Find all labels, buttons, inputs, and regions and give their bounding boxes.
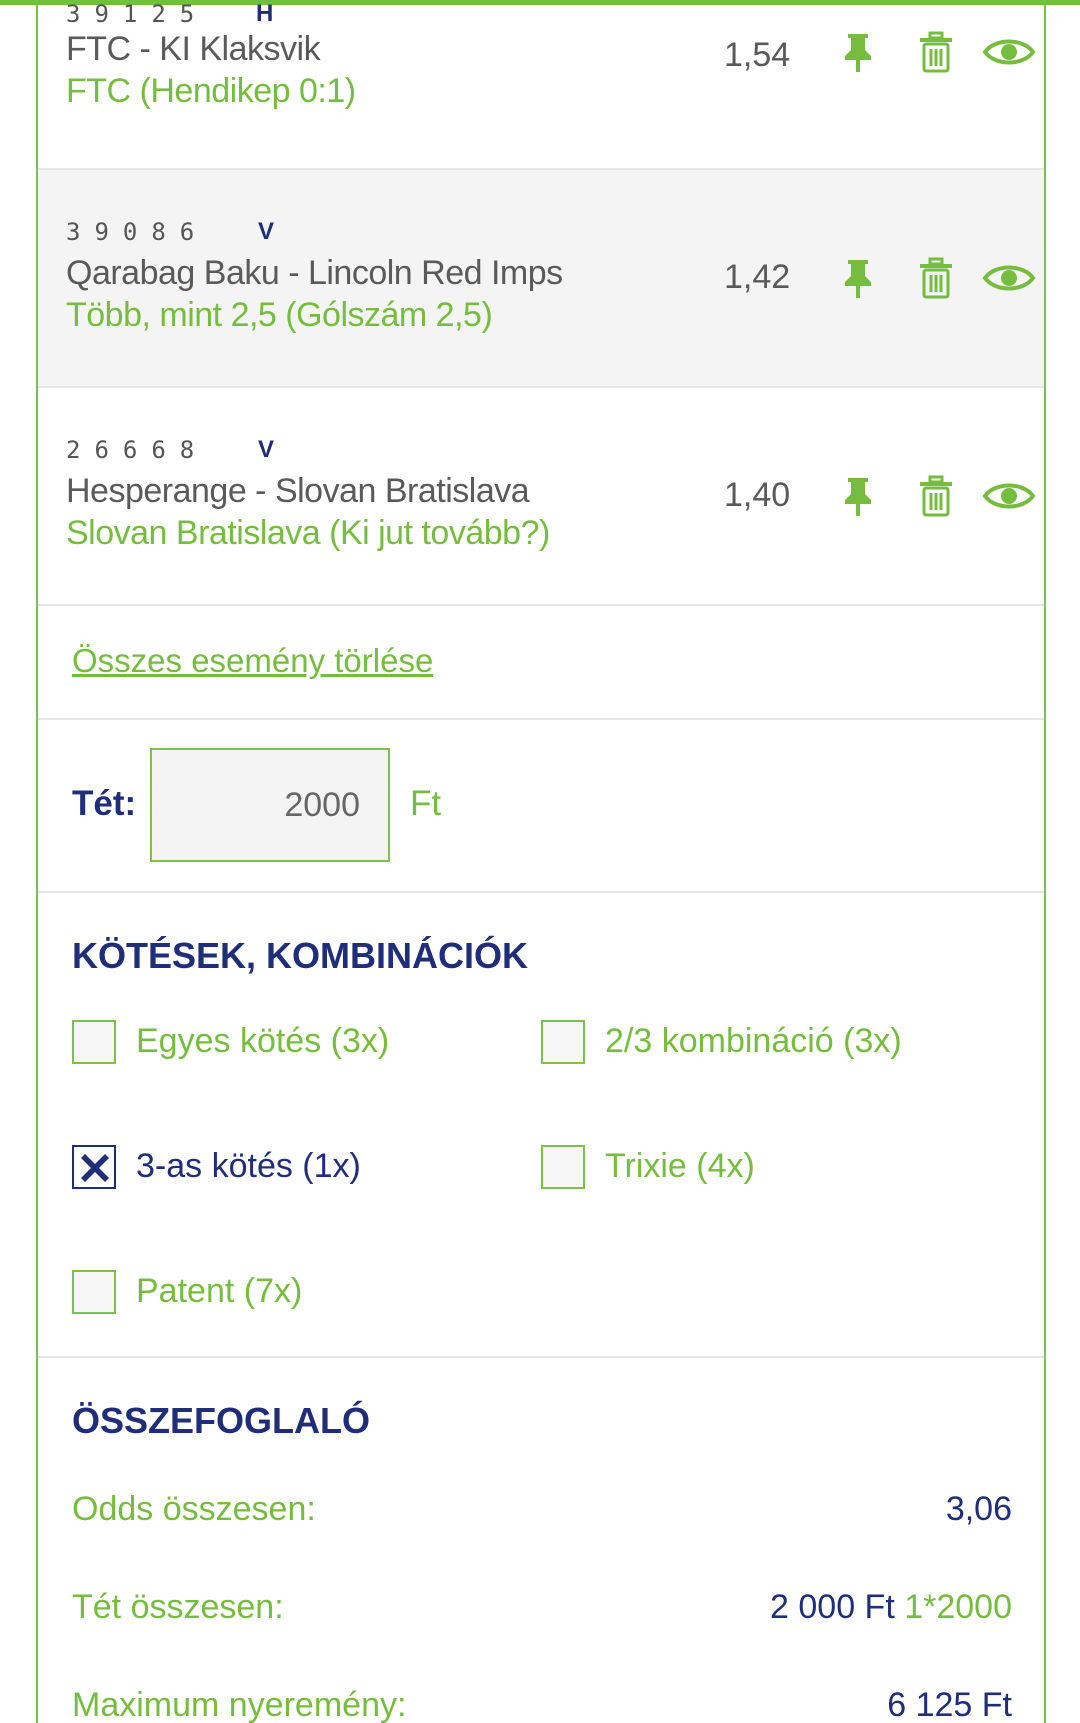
checkbox-2of3-combination[interactable] xyxy=(541,1020,585,1064)
option-label: 3-as kötés (1x) xyxy=(136,1147,361,1185)
option-label: Patent (7x) xyxy=(136,1272,303,1310)
option-label: 2/3 kombináció (3x) xyxy=(605,1022,902,1060)
clear-all-events-link[interactable]: Összes esemény törlése xyxy=(72,642,433,680)
trash-icon[interactable] xyxy=(914,474,958,518)
checkbox-treble[interactable] xyxy=(72,1145,116,1189)
eye-icon[interactable] xyxy=(982,30,1036,74)
bet-slip: 39125 H FTC - KI Klaksvik FTC (Hendikep … xyxy=(36,0,1046,1723)
event-odds: 1,54 xyxy=(724,36,791,74)
divider xyxy=(38,1356,1044,1358)
eye-icon[interactable] xyxy=(982,256,1036,300)
total-odds-label: Odds összesen: xyxy=(72,1490,316,1528)
check-x-icon xyxy=(81,1154,109,1182)
checkbox-trixie[interactable] xyxy=(541,1145,585,1189)
event-odds: 1,40 xyxy=(724,476,791,514)
event-pick: Slovan Bratislava (Ki jut tovább?) xyxy=(66,514,550,552)
total-stake-value: 2 000 Ft xyxy=(770,1588,895,1626)
summary-title: ÖSSZEFOGLALÓ xyxy=(72,1400,371,1441)
divider xyxy=(38,718,1044,720)
pin-icon[interactable] xyxy=(836,256,880,300)
event-code: 39086 xyxy=(66,218,209,246)
max-win-label: Maximum nyeremény: xyxy=(72,1686,407,1723)
event-flag: V xyxy=(258,218,275,245)
pin-icon[interactable] xyxy=(836,474,880,518)
divider xyxy=(38,891,1044,893)
total-stake-value-group: 2 000 Ft 1*2000 xyxy=(770,1588,1012,1627)
event-match: FTC - KI Klaksvik xyxy=(66,30,321,68)
event-pick: FTC (Hendikep 0:1) xyxy=(66,72,356,110)
event-row: 26668 V Hesperange - Slovan Bratislava S… xyxy=(38,388,1044,606)
event-code: 39125 xyxy=(66,0,209,28)
checkbox-patent[interactable] xyxy=(72,1270,116,1314)
max-win-value: 6 125 Ft xyxy=(887,1686,1012,1723)
event-row: 39125 H FTC - KI Klaksvik FTC (Hendikep … xyxy=(38,0,1044,170)
event-pick: Több, mint 2,5 (Gólszám 2,5) xyxy=(66,296,493,334)
option-label: Egyes kötés (3x) xyxy=(136,1022,390,1060)
event-flag: H xyxy=(256,0,274,27)
event-flag: V xyxy=(258,436,275,463)
event-code: 26668 xyxy=(66,436,209,464)
pin-icon[interactable] xyxy=(836,30,880,74)
stake-input[interactable] xyxy=(150,748,390,862)
option-label: Trixie (4x) xyxy=(605,1147,755,1185)
event-match: Hesperange - Slovan Bratislava xyxy=(66,472,530,510)
eye-icon[interactable] xyxy=(982,474,1036,518)
total-stake-label: Tét összesen: xyxy=(72,1588,284,1626)
stake-unit: Ft xyxy=(410,784,442,823)
event-odds: 1,42 xyxy=(724,258,791,296)
stake-formula: 1*2000 xyxy=(904,1588,1012,1626)
event-match: Qarabag Baku - Lincoln Red Imps xyxy=(66,254,563,292)
combinations-title: KÖTÉSEK, KOMBINÁCIÓK xyxy=(72,935,529,976)
total-odds-value: 3,06 xyxy=(945,1490,1012,1528)
stake-label: Tét: xyxy=(72,784,137,823)
checkbox-single-bets[interactable] xyxy=(72,1020,116,1064)
trash-icon[interactable] xyxy=(914,30,958,74)
trash-icon[interactable] xyxy=(914,256,958,300)
event-row: 39086 V Qarabag Baku - Lincoln Red Imps … xyxy=(38,170,1044,388)
